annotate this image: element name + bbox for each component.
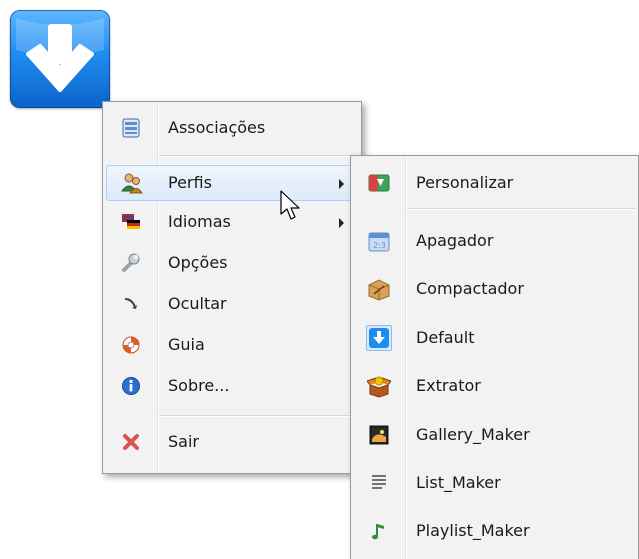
- submenu-item-extractor[interactable]: Extrator: [354, 368, 635, 404]
- menu-separator: [159, 155, 358, 157]
- submenu-item-list-maker[interactable]: List_Maker: [354, 465, 635, 501]
- menu-item-label: Apagador: [416, 231, 494, 250]
- languages-flag-icon: [106, 204, 156, 240]
- menu-item-label: Ocultar: [168, 294, 227, 313]
- menu-item-label: Gallery_Maker: [416, 425, 530, 444]
- submenu-item-gallery-maker[interactable]: Gallery_Maker: [354, 417, 635, 453]
- menu-item-options[interactable]: Opções: [106, 245, 358, 281]
- wrench-icon: [106, 245, 156, 281]
- hide-arrow-icon: [106, 286, 156, 322]
- box-icon: [354, 271, 404, 307]
- open-box-icon: [354, 368, 404, 404]
- associations-icon: [106, 110, 156, 146]
- info-icon: [106, 368, 156, 404]
- menu-item-label: Default: [416, 328, 475, 347]
- submenu-item-compactor[interactable]: Compactador: [354, 271, 635, 307]
- submenu-item-eraser[interactable]: 2:3 Apagador: [354, 223, 635, 259]
- submenu-item-customize[interactable]: Personalizar: [354, 165, 635, 201]
- download-arrow-icon: [366, 325, 392, 351]
- menu-item-label: Idiomas: [168, 212, 231, 231]
- menu-item-label: Perfis: [168, 173, 212, 192]
- menu-separator: [407, 208, 635, 210]
- context-menu: Associações Perfis Idiomas Opções Oculta…: [102, 101, 362, 474]
- menu-item-profiles[interactable]: Perfis: [106, 165, 358, 201]
- eraser-calendar-icon: 2:3: [354, 223, 404, 259]
- menu-item-label: List_Maker: [416, 473, 501, 492]
- lifebuoy-icon: [106, 327, 156, 363]
- menu-item-label: Playlist_Maker: [416, 521, 530, 540]
- customize-icon: [354, 165, 404, 201]
- menu-item-guide[interactable]: Guia: [106, 327, 358, 363]
- menu-item-about[interactable]: Sobre...: [106, 368, 358, 404]
- profiles-icon: [107, 165, 157, 201]
- submenu-arrow-icon: [339, 179, 344, 189]
- svg-text:2:3: 2:3: [373, 241, 386, 250]
- menu-item-hide[interactable]: Ocultar: [106, 286, 358, 322]
- menu-item-label: Sobre...: [168, 376, 230, 395]
- menu-item-exit[interactable]: Sair: [106, 424, 358, 460]
- menu-item-associations[interactable]: Associações: [106, 110, 358, 146]
- menu-item-label: Associações: [168, 118, 266, 137]
- menu-separator: [159, 415, 358, 417]
- submenu-arrow-icon: [339, 218, 344, 228]
- menu-item-label: Opções: [168, 253, 228, 272]
- list-icon: [354, 465, 404, 501]
- submenu-item-default[interactable]: Default: [354, 320, 635, 356]
- default-icon-frame: [354, 320, 404, 356]
- menu-item-languages[interactable]: Idiomas: [106, 204, 358, 240]
- menu-item-label: Personalizar: [416, 173, 514, 192]
- menu-item-label: Sair: [168, 432, 199, 451]
- menu-item-label: Compactador: [416, 279, 524, 298]
- menu-item-label: Guia: [168, 335, 205, 354]
- download-arrow-icon: [16, 18, 104, 92]
- profiles-submenu: Personalizar 2:3 Apagador Compactador De…: [350, 155, 639, 559]
- mouse-cursor-icon: [280, 190, 300, 220]
- music-note-icon: [354, 513, 404, 549]
- submenu-item-playlist-maker[interactable]: Playlist_Maker: [354, 513, 635, 549]
- menu-item-label: Extrator: [416, 376, 481, 395]
- picture-icon: [354, 417, 404, 453]
- app-download-icon[interactable]: [10, 10, 110, 108]
- close-x-icon: [106, 424, 156, 460]
